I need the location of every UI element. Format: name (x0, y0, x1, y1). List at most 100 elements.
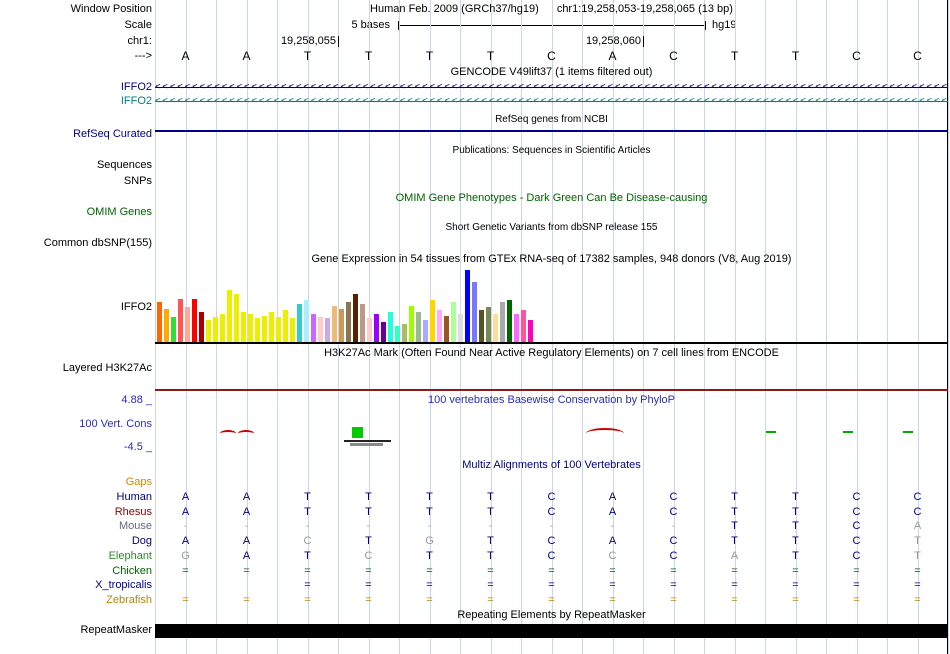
gtex-bar[interactable] (430, 300, 435, 342)
sequences-label[interactable]: Sequences (0, 159, 152, 171)
gtex-bar[interactable] (423, 320, 428, 342)
multiz-row-label[interactable]: Rhesus (0, 506, 152, 518)
multiz-row-label[interactable]: Zebrafish (0, 594, 152, 606)
gtex-bar[interactable] (220, 314, 225, 342)
multiz-cell: - (671, 520, 676, 532)
gtex-bar[interactable] (269, 312, 274, 342)
gtex-bar[interactable] (409, 306, 414, 342)
multiz-cell: A (242, 506, 251, 518)
gtex-bar[interactable] (486, 307, 491, 342)
gtex-bar[interactable] (416, 312, 421, 342)
gtex-bar[interactable] (213, 317, 218, 342)
gtex-bar[interactable] (227, 290, 232, 342)
gtex-bar[interactable] (157, 302, 162, 342)
refseq-curated-label[interactable]: RefSeq Curated (0, 128, 152, 140)
gtex-bar[interactable] (514, 314, 519, 342)
gtex-bar[interactable] (178, 299, 183, 342)
multiz-cell: = (670, 565, 677, 577)
gtex-bar[interactable] (444, 316, 449, 342)
conservation-track-title[interactable]: 100 vertebrates Basewise Conservation by… (155, 394, 948, 406)
scale-value: 5 bases (351, 19, 390, 31)
gtex-bar[interactable] (437, 310, 442, 342)
multiz-row-label[interactable]: Elephant (0, 550, 152, 562)
multiz-cell: - (610, 520, 615, 532)
gtex-bar[interactable] (500, 302, 505, 342)
gtex-bar[interactable] (374, 314, 379, 342)
refseq-track-title[interactable]: RefSeq genes from NCBI (155, 114, 948, 125)
h3k27ac-label[interactable]: Layered H3K27Ac (0, 362, 152, 374)
gtex-bar[interactable] (395, 326, 400, 342)
gtex-bar[interactable] (465, 270, 470, 342)
conservation-min-label: -4.5 _ (123, 441, 152, 453)
gtex-bar[interactable] (297, 304, 302, 342)
gtex-bar[interactable] (346, 302, 351, 342)
gtex-bar[interactable] (367, 318, 372, 342)
gtex-bar[interactable] (325, 318, 330, 342)
gtex-bar[interactable] (402, 324, 407, 342)
gene-label[interactable]: IFFO2 (0, 95, 152, 107)
repeatmasker-track-title[interactable]: Repeating Elements by RepeatMasker (155, 609, 948, 621)
multiz-cell: = (182, 594, 189, 606)
gtex-bar[interactable] (164, 309, 169, 342)
gtex-bar[interactable] (451, 302, 456, 342)
multiz-row-label[interactable]: Gaps (0, 476, 152, 488)
gtex-bar[interactable] (528, 320, 533, 342)
gtex-bar[interactable] (234, 294, 239, 342)
conservation-mark (352, 427, 363, 438)
gencode-track-title[interactable]: GENCODE V49lift37 (1 items filtered out) (155, 66, 948, 78)
gtex-gene-label[interactable]: IFFO2 (0, 301, 152, 313)
multiz-cell: A (242, 535, 251, 547)
gene-line[interactable]: <<<<<<<<<<<<<<<<<<<<<<<<<<<<<<<<<<<<<<<<… (155, 95, 948, 108)
gtex-bar[interactable] (241, 312, 246, 342)
omim-genes-label[interactable]: OMIM Genes (0, 206, 152, 218)
repeatmasker-label[interactable]: RepeatMasker (0, 624, 152, 636)
gtex-bar[interactable] (388, 312, 393, 342)
gtex-bar[interactable] (472, 282, 477, 342)
genome-browser-image: Window Position Human Feb. 2009 (GRCh37/… (0, 0, 950, 654)
gtex-bar[interactable] (185, 307, 190, 342)
gtex-bar[interactable] (479, 310, 484, 342)
gtex-bar[interactable] (493, 314, 498, 342)
gtex-bar[interactable] (276, 317, 281, 342)
gene-label[interactable]: IFFO2 (0, 81, 152, 93)
gtex-bar[interactable] (304, 300, 309, 342)
gtex-bar[interactable] (360, 304, 365, 342)
gtex-bar[interactable] (353, 294, 358, 342)
multiz-track-title[interactable]: Multiz Alignments of 100 Vertebrates (155, 459, 948, 471)
multiz-row-label[interactable]: Human (0, 491, 152, 503)
dbsnp-track-title[interactable]: Short Genetic Variants from dbSNP releas… (155, 222, 948, 233)
publications-track-title[interactable]: Publications: Sequences in Scientific Ar… (155, 145, 948, 156)
gtex-bar[interactable] (248, 314, 253, 342)
gtex-bar[interactable] (339, 309, 344, 342)
gtex-bar[interactable] (381, 322, 386, 342)
gtex-bar[interactable] (507, 300, 512, 342)
repeatmasker-bar[interactable] (155, 624, 948, 638)
gtex-bar[interactable] (521, 310, 526, 342)
conservation-mark (586, 428, 624, 439)
multiz-cell: - (305, 520, 310, 532)
multiz-row-label[interactable]: Mouse (0, 520, 152, 532)
multiz-row-label[interactable]: Dog (0, 535, 152, 547)
gtex-bar[interactable] (290, 318, 295, 342)
gtex-bar[interactable] (283, 310, 288, 342)
gtex-bar[interactable] (171, 317, 176, 342)
gtex-bar[interactable] (255, 318, 260, 342)
conservation-track-label[interactable]: 100 Vert. Cons (0, 418, 152, 430)
common-dbsnp-label[interactable]: Common dbSNP(155) (0, 237, 152, 249)
gene-line[interactable]: <<<<<<<<<<<<<<<<<<<<<<<<<<<<<<<<<<<<<<<<… (155, 81, 948, 94)
multiz-cell: - (488, 520, 493, 532)
gtex-bar[interactable] (318, 317, 323, 342)
snps-label[interactable]: SNPs (0, 175, 152, 187)
gtex-bar[interactable] (332, 306, 337, 342)
gtex-bar[interactable] (206, 320, 211, 342)
multiz-row-label[interactable]: X_tropicalis (0, 579, 152, 591)
gtex-bar[interactable] (199, 312, 204, 342)
gtex-track-title[interactable]: Gene Expression in 54 tissues from GTEx … (155, 253, 948, 265)
gtex-bar[interactable] (458, 314, 463, 342)
omim-track-title[interactable]: OMIM Gene Phenotypes - Dark Green Can Be… (155, 192, 948, 204)
h3k27ac-track-title[interactable]: H3K27Ac Mark (Often Found Near Active Re… (155, 347, 948, 359)
multiz-row-label[interactable]: Chicken (0, 565, 152, 577)
gtex-bar[interactable] (192, 299, 197, 342)
gtex-bar[interactable] (311, 314, 316, 342)
gtex-bar[interactable] (262, 316, 267, 342)
